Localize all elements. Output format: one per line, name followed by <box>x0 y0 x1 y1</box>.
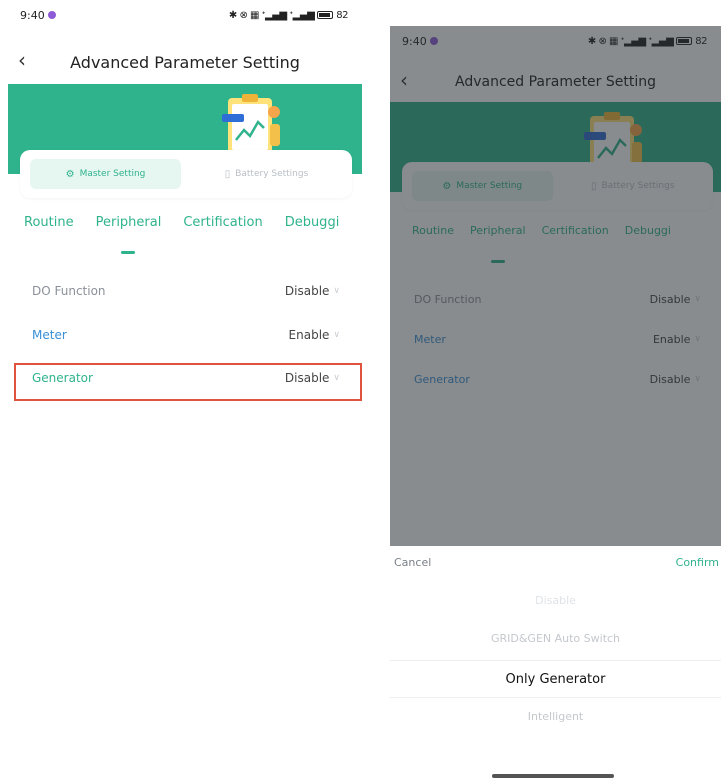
row-meter[interactable]: Meter Enable∨ <box>20 320 352 350</box>
battery-level: 82 <box>336 9 348 21</box>
picker-option-only-generator[interactable]: Only Generator <box>390 660 721 698</box>
modal-dim-overlay[interactable] <box>390 26 721 546</box>
status-icons: ✱ ⊗ ▦ ᐩ▂▄▆ ᐩ▂▄▆ <box>228 9 315 21</box>
notification-icon <box>47 11 56 19</box>
picker-option-disable[interactable]: Disable <box>390 584 721 616</box>
sub-tab-bar: Routine Peripheral Certification Debuggi <box>8 215 362 245</box>
cancel-button[interactable]: Cancel <box>394 556 431 569</box>
confirm-button[interactable]: Confirm <box>676 556 719 569</box>
status-bar: 9:40 ✱ ⊗ ▦ ᐩ▂▄▆ ᐩ▂▄▆ 82 <box>8 0 362 30</box>
tab-master-setting[interactable]: ⚙ Master Setting <box>30 159 181 189</box>
home-indicator <box>492 774 614 778</box>
subtab-certification[interactable]: Certification <box>183 215 262 245</box>
app-header: ‹ Advanced Parameter Setting <box>8 44 362 80</box>
subtab-peripheral[interactable]: Peripheral <box>96 215 162 245</box>
row-do-function[interactable]: DO Function Disable∨ <box>20 276 352 306</box>
chevron-down-icon: ∨ <box>333 286 340 296</box>
battery-icon <box>317 11 334 19</box>
main-tab-card: ⚙ Master Setting ▯ Battery Settings <box>20 150 352 198</box>
row-label: DO Function <box>32 284 106 298</box>
option-picker-sheet: Cancel Confirm Disable GRID&GEN Auto Swi… <box>390 546 721 780</box>
subtab-debugging[interactable]: Debuggi <box>285 215 340 245</box>
row-value: Enable <box>288 328 330 342</box>
tab-battery-settings[interactable]: ▯ Battery Settings <box>191 159 342 189</box>
generator-highlight-box <box>14 363 362 401</box>
back-chevron-icon[interactable]: ‹ <box>18 48 26 72</box>
row-value: Disable <box>284 284 330 298</box>
clipboard-chart-illustration-icon <box>222 94 280 154</box>
right-phone-screen: 9:40 ✱ ⊗ ▦ ᐩ▂▄▆ ᐩ▂▄▆ 82 ‹ Advanced Param… <box>390 26 721 780</box>
left-phone-screen: 9:40 ✱ ⊗ ▦ ᐩ▂▄▆ ᐩ▂▄▆ 82 ‹ Advanced Param… <box>8 0 362 780</box>
tab-label: Master Setting <box>79 169 146 179</box>
chevron-down-icon: ∨ <box>333 330 340 340</box>
row-label: Meter <box>32 328 67 342</box>
picker-option-grid-gen-auto-switch[interactable]: GRID&GEN Auto Switch <box>390 622 721 654</box>
battery-icon: ▯ <box>224 168 231 180</box>
subtab-routine[interactable]: Routine <box>24 215 74 245</box>
status-time: 9:40 <box>20 8 45 22</box>
picker-option-intelligent[interactable]: Intelligent <box>390 700 721 732</box>
tab-label: Battery Settings <box>235 169 309 179</box>
page-title: Advanced Parameter Setting <box>70 52 300 72</box>
gear-icon: ⚙ <box>65 168 75 180</box>
